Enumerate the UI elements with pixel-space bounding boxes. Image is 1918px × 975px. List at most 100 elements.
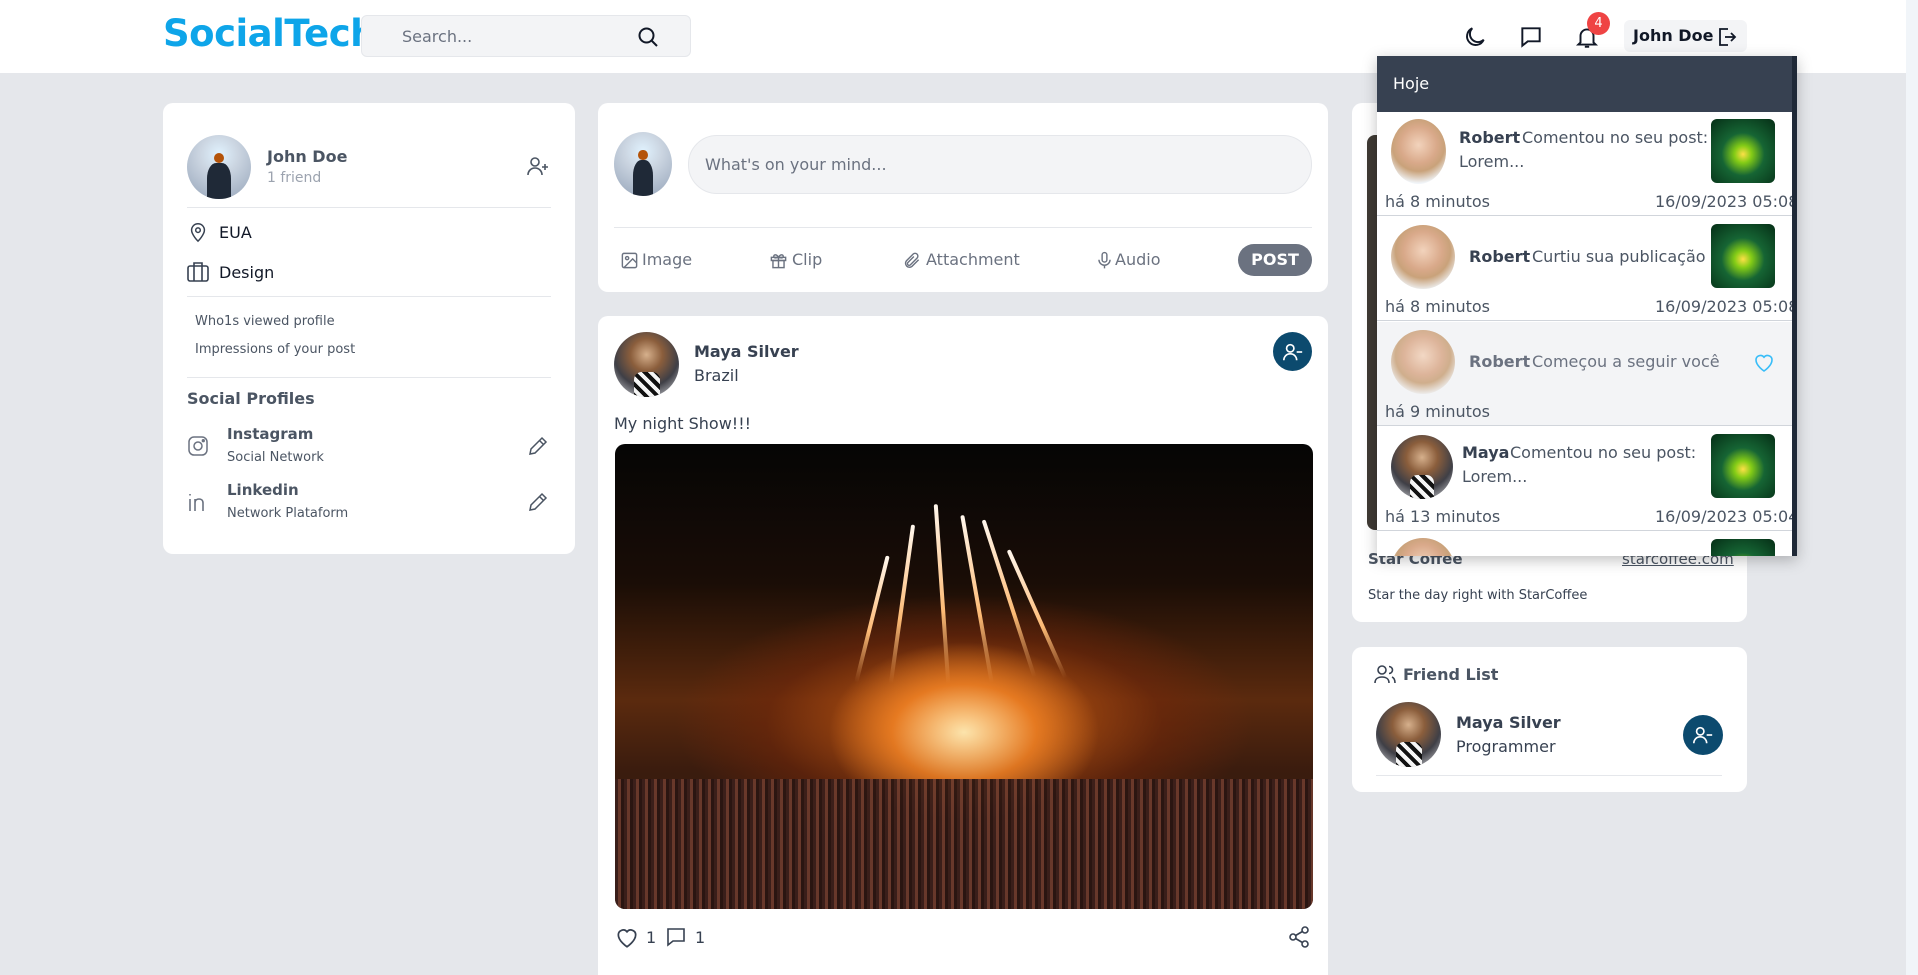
notification-date: 16/09/2023 05:08 (1655, 297, 1797, 316)
messages-icon[interactable] (1518, 24, 1544, 50)
notification-text: Comentou no seu post: (1510, 443, 1697, 462)
image-icon (620, 251, 639, 270)
edit-pencil-icon[interactable] (526, 434, 550, 458)
friend-avatar[interactable] (1376, 702, 1441, 767)
notification-text: Começou a seguir você (1532, 352, 1720, 371)
notifications-day-label: Hoje (1393, 74, 1430, 93)
notification-item[interactable]: Robert Comentou no seu post: Lorem... há… (1377, 112, 1797, 216)
notification-item[interactable]: Maya Comentou no seu post: Lorem... há 1… (1377, 427, 1797, 531)
dark-mode-moon-icon[interactable] (1462, 24, 1488, 50)
instagram-icon (186, 434, 210, 458)
clip-label: Clip (792, 250, 823, 269)
image-label: Image (642, 250, 693, 269)
social-instagram-name: Instagram (227, 425, 314, 443)
user-minus-icon (1692, 724, 1714, 746)
like-heart-icon[interactable] (614, 924, 640, 950)
profile-name[interactable]: John Doe (267, 147, 347, 166)
like-count: 1 (646, 928, 657, 947)
comment-bubble-icon[interactable] (663, 925, 689, 949)
attachment-label: Attachment (926, 250, 1020, 269)
heart-follow-icon[interactable] (1752, 350, 1776, 374)
microphone-icon (1095, 251, 1114, 270)
briefcase-icon (186, 261, 210, 283)
notification-item[interactable]: Robert Começou a seguir você há 9 minuto… (1377, 322, 1792, 426)
post-submit-button[interactable]: POST (1238, 244, 1312, 276)
post-text-input[interactable]: What's on your mind... (688, 135, 1312, 194)
profile-occupation: Design (219, 263, 275, 282)
friend-list-title: Friend List (1403, 665, 1499, 684)
post-caption: My night Show!!! (614, 414, 752, 433)
divider (187, 296, 551, 297)
page-scrollbar[interactable] (1906, 0, 1918, 975)
notification-post-thumbnail (1711, 119, 1775, 183)
ad-text: Star the day right with StarCoffee (1368, 588, 1588, 603)
notification-text-cont: Lorem... (1459, 152, 1525, 171)
notification-text-cont: Lorem... (1462, 467, 1528, 486)
post-image-concert[interactable] (615, 444, 1313, 909)
post-input-placeholder: What's on your mind... (705, 155, 887, 174)
profile-avatar[interactable] (187, 135, 251, 199)
notification-user: Robert (1469, 352, 1531, 371)
notification-post-thumbnail (1711, 539, 1775, 556)
search-icon[interactable] (636, 25, 660, 49)
share-icon[interactable] (1287, 925, 1311, 949)
notification-user: Robert (1469, 247, 1531, 266)
notification-user: Robert (1459, 128, 1521, 147)
divider (187, 377, 551, 378)
notification-avatar (1391, 119, 1446, 184)
linkedin-icon (186, 490, 210, 514)
stat-post-impressions: Impressions of your post (195, 342, 356, 357)
add-attachment-button[interactable]: Attachment (902, 249, 1022, 271)
gift-clip-icon (769, 251, 788, 270)
notification-post-thumbnail (1711, 434, 1775, 498)
paperclip-icon (902, 251, 921, 270)
location-pin-icon (187, 221, 209, 243)
notification-count-badge: 4 (1587, 12, 1610, 35)
notification-date: 16/09/2023 05:04 (1655, 507, 1797, 526)
social-linkedin-sub: Network Plataform (227, 506, 349, 521)
comment-count: 1 (695, 928, 706, 947)
stat-profile-views: Who1s viewed profile (195, 314, 335, 329)
friends-users-icon (1373, 664, 1397, 684)
remove-friend-button[interactable] (1273, 332, 1312, 371)
add-image-button[interactable]: Image (620, 249, 700, 271)
add-clip-button[interactable]: Clip (769, 249, 839, 271)
edit-pencil-icon[interactable] (526, 490, 550, 514)
post-author-name[interactable]: Maya Silver (694, 342, 799, 361)
add-audio-button[interactable]: Audio (1095, 249, 1165, 271)
notifications-dropdown: Hoje Robert Comentou no seu post: Lorem.… (1377, 56, 1797, 556)
app-logo[interactable]: SocialTech (163, 12, 377, 55)
notification-avatar (1391, 225, 1455, 289)
notification-date: 16/09/2023 05:08 (1655, 192, 1797, 211)
social-linkedin-name: Linkedin (227, 481, 299, 499)
user-name: John Doe (1633, 26, 1714, 45)
user-minus-icon (1282, 341, 1304, 363)
notification-item-partial[interactable] (1377, 532, 1792, 556)
remove-friend-button[interactable] (1683, 715, 1723, 755)
user-logout-button[interactable]: John Doe (1624, 20, 1747, 52)
divider (614, 227, 1312, 228)
notification-post-thumbnail (1711, 224, 1775, 288)
notification-avatar (1391, 330, 1455, 394)
composer-avatar (614, 132, 672, 196)
add-friend-icon[interactable] (526, 154, 550, 178)
divider (187, 207, 551, 208)
notification-text: Curtiu sua publicação (1532, 247, 1706, 266)
post-author-location: Brazil (694, 366, 739, 385)
notification-time-ago: há 9 minutos (1385, 402, 1491, 421)
notification-time-ago: há 8 minutos (1385, 192, 1491, 211)
audio-label: Audio (1115, 250, 1161, 269)
notification-text: Comentou no seu post: (1522, 128, 1709, 147)
friend-name[interactable]: Maya Silver (1456, 713, 1561, 732)
notification-avatar (1391, 538, 1455, 556)
search-input[interactable] (402, 16, 632, 56)
notifications-scrollbar[interactable] (1792, 56, 1797, 556)
search-box[interactable] (361, 15, 691, 57)
friend-role: Programmer (1456, 737, 1556, 756)
social-profiles-title: Social Profiles (187, 389, 315, 408)
divider (1376, 775, 1722, 776)
logout-icon (1714, 25, 1738, 49)
social-instagram-sub: Social Network (227, 450, 324, 465)
notification-item[interactable]: Robert Curtiu sua publicação há 8 minuto… (1377, 217, 1797, 321)
post-author-avatar[interactable] (614, 332, 679, 397)
